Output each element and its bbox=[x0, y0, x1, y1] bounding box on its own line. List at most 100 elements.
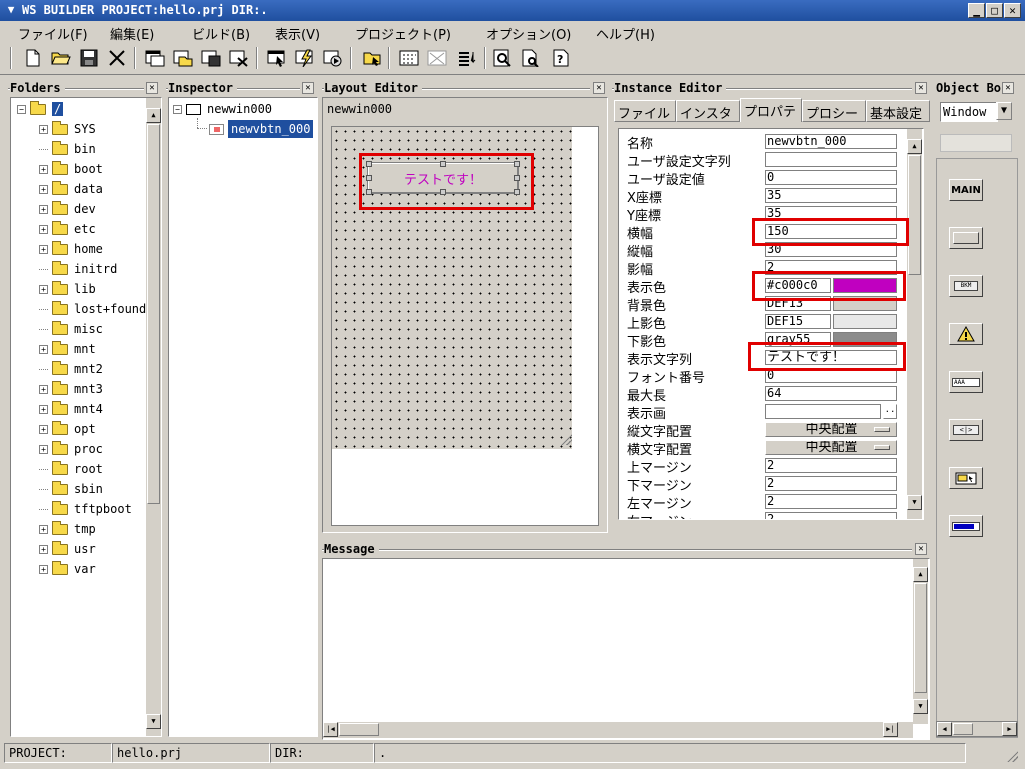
folder-item[interactable]: + boot bbox=[39, 160, 103, 178]
tab-basic-settings[interactable]: 基本設定 bbox=[866, 100, 930, 122]
expand-icon[interactable]: + bbox=[39, 544, 48, 554]
folder-item[interactable]: root bbox=[39, 460, 103, 478]
dropdown-arrow-icon[interactable]: ▼ bbox=[996, 102, 1012, 120]
help-icon[interactable]: ? bbox=[550, 47, 572, 69]
color-swatch[interactable] bbox=[833, 314, 897, 329]
tab-file[interactable]: ファイル bbox=[614, 100, 676, 122]
open-folder-icon[interactable] bbox=[50, 47, 72, 69]
preview-icon[interactable] bbox=[520, 47, 542, 69]
folder-item[interactable]: + mnt bbox=[39, 340, 96, 358]
object-filter-field[interactable] bbox=[940, 134, 1012, 152]
folder-item[interactable]: bin bbox=[39, 140, 96, 158]
expand-icon[interactable]: + bbox=[39, 404, 48, 414]
folder-item[interactable]: + opt bbox=[39, 420, 96, 438]
browse-image-button[interactable]: .. bbox=[883, 404, 897, 419]
property-value[interactable] bbox=[765, 152, 897, 167]
align-icon[interactable] bbox=[456, 47, 478, 69]
property-value[interactable]: 35 bbox=[765, 188, 897, 203]
expand-icon[interactable]: + bbox=[39, 564, 48, 574]
property-value[interactable]: 2 bbox=[765, 494, 897, 509]
folder-item[interactable]: + dev bbox=[39, 200, 96, 218]
message-vscrollbar[interactable]: ▲ ▼ bbox=[913, 559, 928, 724]
expand-icon[interactable]: + bbox=[39, 384, 48, 394]
objectbox-close-icon[interactable]: ✕ bbox=[1002, 82, 1014, 94]
expand-icon[interactable]: + bbox=[39, 344, 48, 354]
folder-item[interactable]: + SYS bbox=[39, 120, 96, 138]
expand-icon[interactable]: + bbox=[39, 444, 48, 454]
message-close-icon[interactable]: ✕ bbox=[915, 543, 927, 555]
scroll-thumb[interactable] bbox=[339, 723, 379, 736]
close-button[interactable]: ✕ bbox=[1004, 3, 1021, 18]
folder-item[interactable]: + mnt4 bbox=[39, 400, 103, 418]
folder-item[interactable]: tftpboot bbox=[39, 500, 132, 518]
folder-item[interactable]: + mnt3 bbox=[39, 380, 103, 398]
find-icon[interactable] bbox=[492, 47, 514, 69]
expand-icon[interactable]: + bbox=[39, 204, 48, 214]
open-dir-icon[interactable] bbox=[362, 47, 384, 69]
window-resize-grip-icon[interactable] bbox=[1006, 750, 1018, 762]
collapse-icon[interactable]: − bbox=[173, 104, 182, 114]
scroll-left-icon[interactable]: ◀ bbox=[937, 722, 952, 736]
menu-project[interactable]: プロジェクト(P) bbox=[355, 24, 451, 43]
grid-off-icon[interactable] bbox=[426, 47, 448, 69]
property-value[interactable]: DEF15 bbox=[765, 314, 831, 329]
warning-object-icon[interactable] bbox=[949, 323, 983, 345]
menu-build[interactable]: ビルド(B) bbox=[192, 24, 250, 43]
folder-item[interactable]: + etc bbox=[39, 220, 96, 238]
save-icon[interactable] bbox=[78, 47, 100, 69]
tab-procedures[interactable]: プロシー bbox=[802, 100, 866, 122]
property-value[interactable]: 2 bbox=[765, 458, 897, 473]
property-value[interactable]: 0 bbox=[765, 170, 897, 185]
minimize-button[interactable]: ▁ bbox=[968, 3, 985, 18]
folder-item[interactable]: + proc bbox=[39, 440, 103, 458]
run-icon[interactable] bbox=[322, 47, 344, 69]
file-select-object-icon[interactable] bbox=[949, 467, 983, 489]
property-value[interactable]: 2 bbox=[765, 512, 897, 519]
menu-help[interactable]: ヘルプ(H) bbox=[596, 24, 655, 43]
button-object-icon[interactable] bbox=[949, 227, 983, 249]
expand-icon[interactable]: + bbox=[39, 524, 48, 534]
scroll-left-icon[interactable]: |◀ bbox=[323, 722, 338, 737]
folder-item[interactable]: + tmp bbox=[39, 520, 96, 538]
open-window-icon[interactable] bbox=[172, 47, 194, 69]
expand-icon[interactable]: + bbox=[39, 164, 48, 174]
property-value[interactable]: 64 bbox=[765, 386, 897, 401]
scroll-thumb[interactable] bbox=[914, 583, 927, 693]
folders-scrollbar[interactable]: ▲ ▼ bbox=[146, 98, 161, 736]
scroll-thumb[interactable] bbox=[908, 155, 921, 275]
progress-object-icon[interactable] bbox=[949, 515, 983, 537]
menu-options[interactable]: オプション(O) bbox=[486, 24, 571, 43]
folder-item[interactable]: + var bbox=[39, 560, 96, 578]
object-hscrollbar[interactable]: ◀ ▶ bbox=[936, 721, 1018, 737]
tab-properties[interactable]: プロパテ bbox=[740, 98, 802, 122]
menu-view[interactable]: 表示(V) bbox=[275, 24, 320, 43]
folders-close-icon[interactable]: ✕ bbox=[146, 82, 158, 94]
maximize-button[interactable]: □ bbox=[986, 3, 1003, 18]
scroll-up-icon[interactable]: ▲ bbox=[907, 139, 922, 154]
menu-edit[interactable]: 編集(E) bbox=[110, 24, 154, 43]
text-entry-object-icon[interactable]: AAA bbox=[949, 371, 983, 393]
tab-instance[interactable]: インスタ bbox=[676, 100, 740, 122]
expand-icon[interactable]: + bbox=[39, 244, 48, 254]
scroll-thumb[interactable] bbox=[147, 124, 160, 504]
alignment-option-button[interactable]: 中央配置 bbox=[765, 422, 897, 437]
message-hscrollbar[interactable]: |◀ ▶| bbox=[323, 722, 913, 738]
folder-item[interactable]: mnt2 bbox=[39, 360, 103, 378]
property-scrollbar[interactable]: ▲ ▼ bbox=[907, 129, 922, 519]
tree-item-button[interactable]: newvbtn_000 bbox=[209, 120, 314, 138]
layout-close-icon[interactable]: ✕ bbox=[593, 82, 605, 94]
folder-item[interactable]: sbin bbox=[39, 480, 103, 498]
instance-close-icon[interactable]: ✕ bbox=[915, 82, 927, 94]
scroll-right-icon[interactable]: ▶| bbox=[883, 722, 898, 737]
object-type-select[interactable]: Window bbox=[940, 102, 998, 122]
folder-item[interactable]: lost+found bbox=[39, 300, 146, 318]
scroll-up-icon[interactable]: ▲ bbox=[913, 567, 928, 582]
scroll-down-icon[interactable]: ▼ bbox=[913, 699, 928, 714]
property-value[interactable]: newvbtn_000 bbox=[765, 134, 897, 149]
property-value[interactable]: 2 bbox=[765, 476, 897, 491]
alignment-option-button[interactable]: 中央配置 bbox=[765, 440, 897, 455]
folder-item[interactable]: + home bbox=[39, 240, 103, 258]
main-window-object[interactable]: MAIN bbox=[949, 179, 983, 201]
resize-grip-icon[interactable] bbox=[560, 433, 572, 445]
folder-item[interactable]: + data bbox=[39, 180, 103, 198]
